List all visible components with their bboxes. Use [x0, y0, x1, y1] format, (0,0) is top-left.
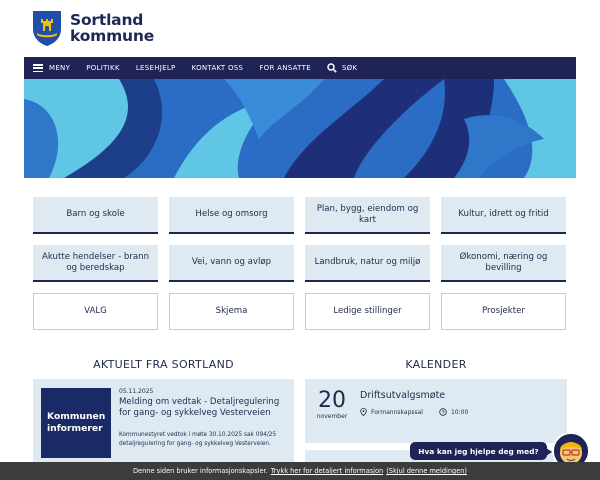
hero-banner — [24, 79, 576, 178]
event-location: Formannskapssal — [371, 408, 423, 416]
nav-item-kontakt-oss[interactable]: KONTAKT OSS — [184, 57, 252, 79]
tile-plan-bygg-eiendom[interactable]: Plan, bygg, eiendom og kart — [305, 197, 430, 234]
search-label: SØK — [341, 64, 358, 72]
brand-line2: kommune — [70, 27, 155, 45]
tile-skjema[interactable]: Skjema — [169, 293, 294, 330]
tile-helse-og-omsorg[interactable]: Helse og omsorg — [169, 197, 294, 234]
news-title-link[interactable]: Melding om vedtak - Detaljregulering for… — [119, 397, 289, 419]
tile-okonomi-naering[interactable]: Økonomi, næring og bevilling — [441, 245, 566, 282]
nav-item-politikk[interactable]: POLITIKK — [78, 57, 128, 79]
event-meta: Formannskapssal 10:00 — [360, 408, 468, 416]
logo-link[interactable]: Sortland kommune — [31, 8, 154, 48]
event-time: 10:00 — [450, 408, 469, 416]
tile-kultur-idrett[interactable]: Kultur, idrett og fritid — [441, 197, 566, 234]
tile-prosjekter[interactable]: Prosjekter — [441, 293, 566, 330]
menu-label: MENY — [49, 64, 71, 72]
calendar-section-title: KALENDER — [405, 358, 467, 371]
event-title[interactable]: Driftsutvalgsmøte — [360, 390, 445, 401]
chat-prompt-bubble[interactable]: Hva kan jeg hjelpe deg med? — [410, 442, 552, 460]
event-month: november — [316, 413, 348, 420]
tile-barn-og-skole[interactable]: Barn og skole — [33, 197, 158, 234]
hero-artwork — [24, 79, 576, 178]
news-image: Kommunen informerer — [41, 388, 111, 458]
brand-line1: Sortland — [70, 11, 144, 29]
news-excerpt: Kommunestyret vedtok i møte 30.10.2025 s… — [119, 432, 277, 447]
tile-valg[interactable]: VALG — [33, 293, 158, 330]
cookie-details-link[interactable]: Trykk her for detaljert informasjon — [271, 467, 384, 475]
event-day: 20 — [318, 388, 346, 413]
tile-akutte-hendelser[interactable]: Akutte hendelser - brann og beredskap — [33, 245, 158, 282]
tile-vei-vann-avlop[interactable]: Vei, vann og avløp — [169, 245, 294, 282]
search-button[interactable]: SØK — [319, 57, 365, 79]
nav-item-lesehjelp[interactable]: LESEHJELP — [128, 57, 184, 79]
cookie-text: Denne siden bruker informasjonskapsler. — [132, 467, 268, 475]
cookie-hide-link[interactable]: (Skjul denne meldingen) — [386, 467, 467, 475]
tile-landbruk-natur[interactable]: Landbruk, natur og miljø — [305, 245, 430, 282]
cookie-banner: Denne siden bruker informasjonskapsler. … — [0, 462, 600, 480]
news-image-line1: Kommunen — [47, 411, 106, 422]
service-tiles: Barn og skole Helse og omsorg Plan, bygg… — [33, 197, 567, 330]
coat-of-arms-icon — [33, 11, 61, 46]
news-section-title: AKTUELT FRA SORTLAND — [93, 358, 234, 371]
calendar-event-card[interactable]: 20 november Driftsutvalgsmøte Formannska… — [305, 379, 567, 443]
hamburger-icon — [33, 64, 43, 72]
search-icon — [327, 63, 337, 73]
news-date: 05.11.2025 — [119, 388, 154, 395]
nav-item-for-ansatte[interactable]: FOR ANSATTE — [251, 57, 319, 79]
clock-icon — [439, 408, 447, 416]
main-nav: MENY POLITIKK LESEHJELP KONTAKT OSS FOR … — [24, 57, 576, 79]
news-card[interactable]: Kommunen informerer 05.11.2025 Melding o… — [33, 379, 294, 464]
location-pin-icon — [360, 408, 367, 416]
tile-ledige-stillinger[interactable]: Ledige stillinger — [305, 293, 430, 330]
menu-button[interactable]: MENY — [24, 57, 78, 79]
news-image-line2: informerer — [47, 423, 103, 434]
